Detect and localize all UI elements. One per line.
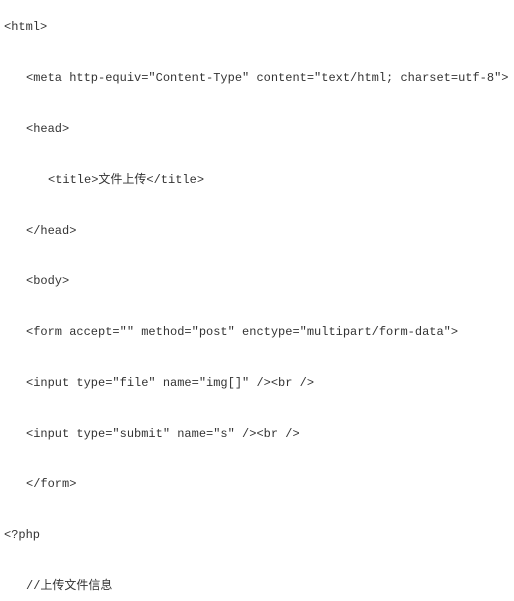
code-snippet: <html> <meta http-equiv="Content-Type" c…: [0, 0, 514, 601]
code-line: //上传文件信息: [4, 579, 510, 593]
code-line: <form accept="" method="post" enctype="m…: [4, 325, 510, 339]
code-line: </form>: [4, 477, 510, 491]
code-line: <html>: [4, 20, 510, 34]
code-line: <?php: [4, 528, 510, 542]
code-line: <body>: [4, 274, 510, 288]
code-line: <input type="file" name="img[]" /><br />: [4, 376, 510, 390]
code-line: </head>: [4, 224, 510, 238]
code-line: <head>: [4, 122, 510, 136]
code-line: <input type="submit" name="s" /><br />: [4, 427, 510, 441]
code-line: <title>文件上传</title>: [4, 173, 510, 187]
code-line: <meta http-equiv="Content-Type" content=…: [4, 71, 510, 85]
